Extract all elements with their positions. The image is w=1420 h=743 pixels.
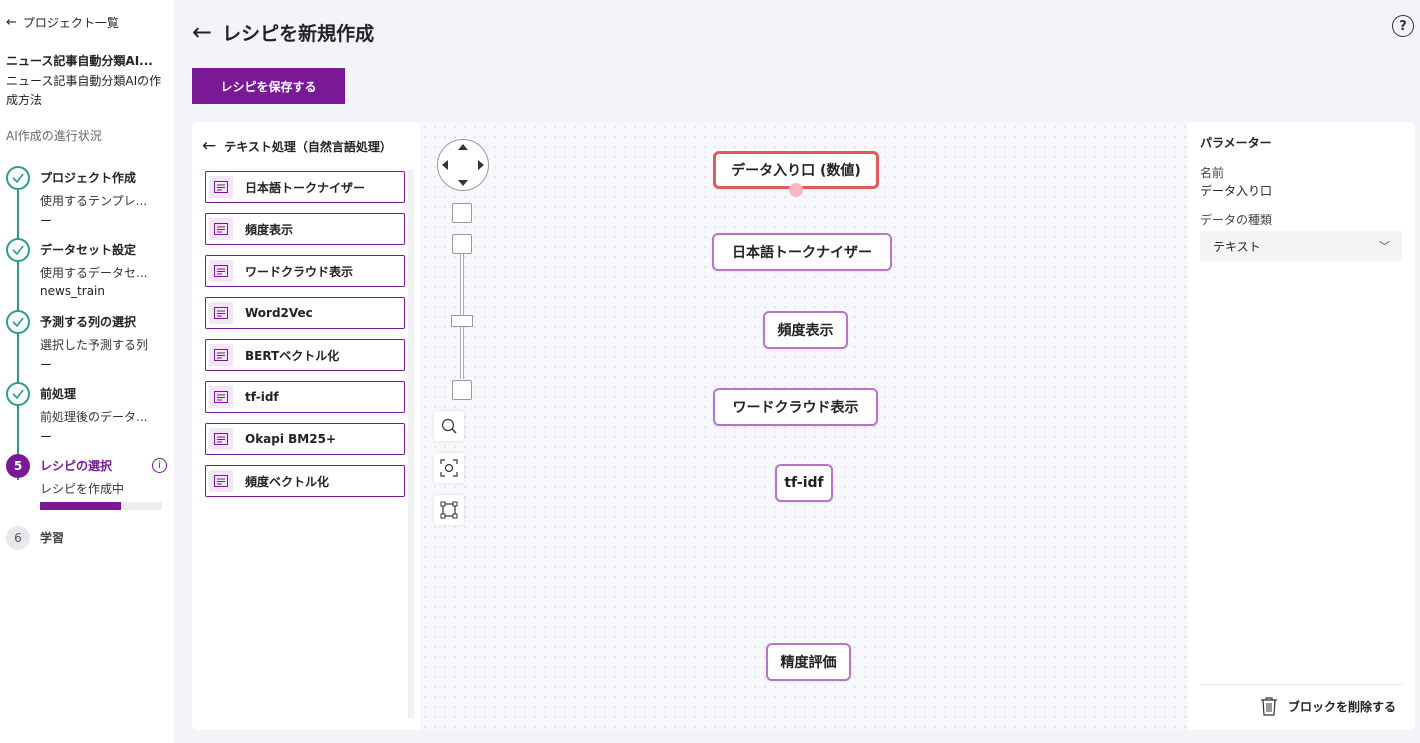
palette-item-label: 日本語トークナイザー: [245, 180, 366, 195]
magnifier-icon: [441, 418, 457, 434]
focus-icon: [440, 459, 458, 477]
trash-icon: [1261, 697, 1277, 716]
document-icon: [209, 260, 233, 282]
step-subtitle: 前処理後のデータ...: [40, 410, 148, 424]
chevron-down-icon: ﹀: [1379, 240, 1390, 253]
step-title: プロジェクト作成: [40, 171, 137, 185]
document-icon: [209, 176, 233, 198]
help-icon[interactable]: ?: [1392, 15, 1414, 37]
node-accuracy[interactable]: 精度評価: [766, 643, 851, 681]
step-title: レシピの選択: [40, 459, 113, 473]
recipe-editor: ← テキスト処理（自然言語処理） 日本語トークナイザー 頻度表示 ワードクラウド…: [192, 122, 1415, 730]
step-subtitle: 使用するテンプレ...: [40, 194, 148, 208]
progress-line: [17, 190, 19, 480]
node-output-port[interactable]: [789, 183, 803, 197]
recipe-canvas[interactable]: データ入り口 (数値) 日本語トークナイザー 頻度表示 ワードクラウド表示 tf…: [420, 122, 1188, 730]
project-name: ニュース記事自動分類AI...: [6, 54, 153, 68]
zoom-slider-top[interactable]: [452, 234, 472, 254]
check-icon: [6, 310, 30, 334]
page-title-text: レシピを新規作成: [222, 22, 375, 45]
step-title: 学習: [40, 531, 65, 545]
step-subtitle: 使用するデータセ...: [40, 266, 148, 280]
name-label: 名前: [1200, 166, 1225, 180]
info-icon[interactable]: i: [152, 458, 167, 473]
node-tfidf[interactable]: tf-idf: [775, 464, 833, 502]
recipe-progress-bar: [40, 502, 162, 510]
divider: [1200, 684, 1403, 685]
frame-icon: [440, 501, 458, 519]
step-subtitle: 選択した予測する列: [40, 338, 149, 352]
palette-item[interactable]: Word2Vec: [205, 297, 405, 329]
parameters-panel: パラメーター 名前 データ入り口 データの種類 テキスト ﹀ ブロックを削除する: [1188, 122, 1415, 730]
zoom-search-button[interactable]: [434, 411, 464, 441]
step-value: news_train: [40, 284, 105, 298]
palette-scrollbar[interactable]: [408, 170, 414, 718]
node-wordcloud[interactable]: ワードクラウド表示: [713, 388, 878, 426]
palette-item-label: Okapi BM25+: [245, 432, 337, 446]
palette-item[interactable]: ワードクラウド表示: [205, 255, 405, 287]
step-subtitle: レシピを作成中: [40, 482, 125, 496]
name-value: データ入り口: [1200, 184, 1273, 198]
palette-item-label: 頻度表示: [245, 222, 294, 237]
fit-view-button[interactable]: [434, 453, 464, 483]
palette-item[interactable]: 頻度ベクトル化: [205, 465, 405, 497]
palette-item[interactable]: tf-idf: [205, 381, 405, 413]
step-number: 6: [6, 526, 30, 550]
data-type-value: テキスト: [1213, 239, 1261, 254]
pan-arrows-icon: [442, 144, 484, 186]
document-icon: [209, 470, 233, 492]
step-value: ー: [40, 358, 53, 372]
step-number: 5: [6, 454, 30, 478]
palette-item-label: 頻度ベクトル化: [245, 474, 330, 489]
back-to-projects-label: プロジェクト一覧: [22, 16, 119, 30]
document-icon: [209, 344, 233, 366]
zoom-slider-thumb[interactable]: [451, 315, 473, 327]
back-to-projects-link[interactable]: ← プロジェクト一覧: [6, 14, 119, 31]
palette-item[interactable]: 頻度表示: [205, 213, 405, 245]
data-type-select[interactable]: テキスト ﹀: [1200, 231, 1402, 261]
check-icon: [6, 166, 30, 190]
block-palette: ← テキスト処理（自然言語処理） 日本語トークナイザー 頻度表示 ワードクラウド…: [192, 122, 420, 730]
palette-item[interactable]: 日本語トークナイザー: [205, 171, 405, 203]
delete-block-label: ブロックを削除する: [1288, 699, 1397, 714]
save-recipe-button[interactable]: レシピを保存する: [192, 68, 345, 104]
project-description: ニュース記事自動分類AIの作成方法: [6, 74, 162, 107]
delete-block-button[interactable]: ブロックを削除する: [1260, 696, 1396, 716]
palette-header[interactable]: ← テキスト処理（自然言語処理）: [202, 136, 392, 156]
arrow-left-icon[interactable]: ←: [202, 136, 216, 156]
pan-control[interactable]: [437, 139, 489, 191]
document-icon: [209, 218, 233, 240]
step-value: ー: [40, 214, 53, 228]
palette-item-label: tf-idf: [245, 390, 279, 404]
check-icon: [6, 382, 30, 406]
step-title: 予測する列の選択: [40, 315, 137, 329]
arrow-left-icon: ←: [6, 15, 17, 30]
check-icon: [6, 238, 30, 262]
zoom-in-button[interactable]: [452, 203, 472, 223]
sidebar: ← プロジェクト一覧 ニュース記事自動分類AI... ニュース記事自動分類AIの…: [0, 0, 174, 743]
palette-item-label: Word2Vec: [245, 306, 313, 320]
palette-title: テキスト処理（自然言語処理）: [224, 139, 392, 154]
progress-title: AI作成の進行状況: [6, 129, 102, 143]
step-title: 前処理: [40, 387, 77, 401]
palette-item-label: BERTベクトル化: [245, 348, 340, 363]
step-value: ー: [40, 430, 53, 444]
document-icon: [209, 302, 233, 324]
document-icon: [209, 386, 233, 408]
progress-fill: [40, 502, 121, 510]
step-title: データセット設定: [40, 243, 137, 257]
data-type-label: データの種類: [1200, 213, 1273, 227]
node-tokenizer[interactable]: 日本語トークナイザー: [712, 233, 892, 271]
document-icon: [209, 428, 233, 450]
page-title: ← レシピを新規作成: [192, 18, 374, 46]
select-area-button[interactable]: [434, 495, 464, 525]
palette-item[interactable]: Okapi BM25+: [205, 423, 405, 455]
node-frequency[interactable]: 頻度表示: [763, 311, 848, 349]
zoom-out-button[interactable]: [452, 380, 472, 400]
params-title: パラメーター: [1200, 136, 1272, 150]
arrow-left-icon[interactable]: ←: [192, 18, 212, 46]
palette-item[interactable]: BERTベクトル化: [205, 339, 405, 371]
palette-item-label: ワードクラウド表示: [245, 264, 354, 279]
